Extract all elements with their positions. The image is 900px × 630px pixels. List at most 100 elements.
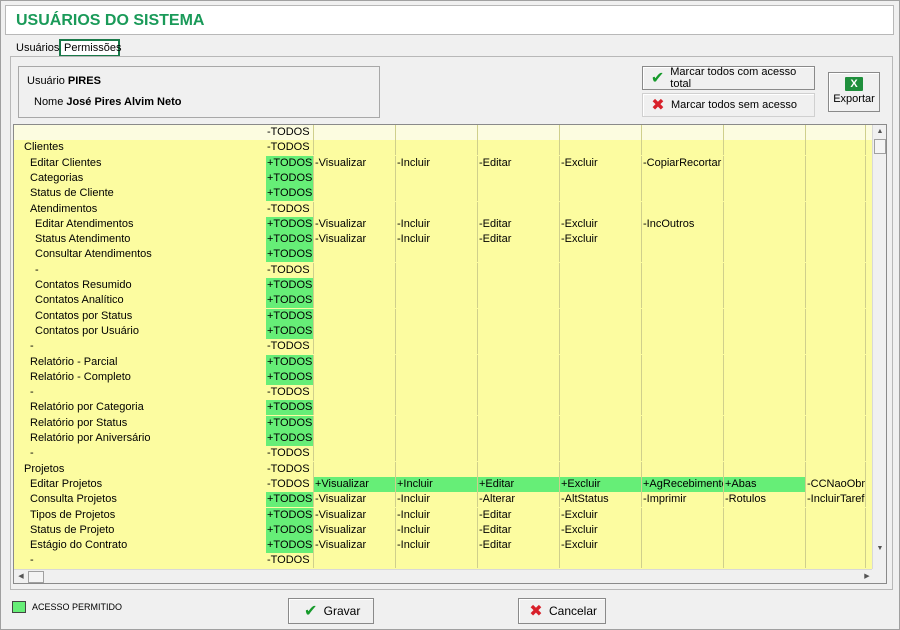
- export-button[interactable]: X Exportar: [828, 72, 880, 112]
- todos-toggle[interactable]: +TODOS: [266, 369, 314, 385]
- permission-cell[interactable]: -Incluir: [396, 492, 478, 508]
- permission-cell: [724, 278, 806, 293]
- permission-cell[interactable]: -Excluir: [560, 522, 642, 538]
- table-row: - -TODOS: [14, 446, 874, 462]
- vertical-scrollbar[interactable]: ▲ ▼: [872, 125, 886, 570]
- table-row: Consulta Projetos +TODOS -Visualizar -Inclu…: [14, 492, 874, 508]
- permission-cell[interactable]: -Alterar: [478, 492, 560, 508]
- permission-cell: [724, 369, 806, 385]
- todos-toggle[interactable]: +TODOS: [266, 308, 314, 324]
- permission-cell[interactable]: -Visualizar: [314, 507, 396, 523]
- permission-cell[interactable]: -Incluir: [396, 216, 478, 232]
- todos-toggle[interactable]: +TODOS: [266, 323, 314, 339]
- permission-cell[interactable]: -Imprimir: [642, 492, 724, 508]
- permission-cell[interactable]: -Visualizar: [314, 232, 396, 248]
- permission-cell[interactable]: -Visualizar: [314, 522, 396, 538]
- todos-toggle[interactable]: +TODOS: [266, 293, 314, 309]
- todos-toggle[interactable]: +TODOS: [266, 170, 314, 186]
- permission-cell[interactable]: -Editar: [478, 155, 560, 171]
- todos-toggle[interactable]: -TODOS: [266, 339, 314, 355]
- permission-cell[interactable]: -Editar: [478, 216, 560, 232]
- permission-cell[interactable]: -AltStatus: [560, 492, 642, 508]
- permission-cell[interactable]: -Excluir: [560, 216, 642, 232]
- permission-cell[interactable]: -Excluir: [560, 507, 642, 523]
- permission-cell: [396, 278, 478, 293]
- grid-body: -TODOS Clientes -TODOS Editar Clientes +TODO…: [14, 125, 874, 570]
- permission-cell[interactable]: -CCNaoObrigatorio: [806, 476, 866, 492]
- table-row: Relatório - Parcial +TODOS: [14, 354, 874, 370]
- tab-usuarios[interactable]: Usuários: [12, 39, 59, 57]
- permission-cell: [560, 186, 642, 202]
- permission-cell[interactable]: -Incluir: [396, 538, 478, 554]
- todos-toggle[interactable]: +TODOS: [266, 278, 314, 293]
- todos-toggle[interactable]: -TODOS: [266, 446, 314, 462]
- permission-cell[interactable]: +Excluir: [560, 476, 642, 492]
- scroll-down-icon[interactable]: ▼: [873, 542, 886, 556]
- todos-toggle[interactable]: +TODOS: [266, 216, 314, 232]
- permission-cell[interactable]: -Excluir: [560, 538, 642, 554]
- todos-toggle[interactable]: +TODOS: [266, 186, 314, 202]
- permission-cell[interactable]: -Rotulos: [724, 492, 806, 508]
- todos-toggle[interactable]: +TODOS: [266, 522, 314, 538]
- todos-toggle[interactable]: +TODOS: [266, 247, 314, 263]
- mark-all-full-button[interactable]: ✔ Marcar todos com acesso total: [642, 66, 815, 90]
- todos-toggle[interactable]: +TODOS: [266, 492, 314, 508]
- permission-cell[interactable]: -Editar: [478, 538, 560, 554]
- permission-cell[interactable]: -Incluir: [396, 522, 478, 538]
- tab-permissoes[interactable]: Permissões: [59, 39, 121, 57]
- permission-cell: [806, 354, 866, 370]
- permission-cell[interactable]: -Incluir: [396, 232, 478, 248]
- todos-toggle[interactable]: -TODOS: [266, 262, 314, 278]
- legend-swatch: [12, 601, 26, 613]
- permission-cell: [314, 354, 396, 370]
- permission-cell[interactable]: +Editar: [478, 476, 560, 492]
- permission-cell[interactable]: -Visualizar: [314, 492, 396, 508]
- todos-toggle[interactable]: -TODOS: [266, 553, 314, 569]
- scroll-up-icon[interactable]: ▲: [873, 125, 886, 139]
- todos-toggle[interactable]: -TODOS: [266, 125, 314, 140]
- todos-toggle[interactable]: -TODOS: [266, 201, 314, 217]
- permissions-grid[interactable]: -TODOS Clientes -TODOS Editar Clientes +TODO…: [13, 124, 887, 584]
- permission-cell[interactable]: -Visualizar: [314, 216, 396, 232]
- horizontal-scroll-thumb[interactable]: [28, 571, 44, 583]
- permission-cell[interactable]: -Incluir: [396, 507, 478, 523]
- todos-toggle[interactable]: -TODOS: [266, 385, 314, 401]
- permission-cell[interactable]: +AgRecebimentos: [642, 476, 724, 492]
- table-row: - -TODOS: [14, 385, 874, 401]
- permission-cell[interactable]: -Editar: [478, 507, 560, 523]
- todos-toggle[interactable]: +TODOS: [266, 354, 314, 370]
- todos-toggle[interactable]: -TODOS: [266, 461, 314, 477]
- permission-cell[interactable]: -Excluir: [560, 232, 642, 248]
- permission-cell[interactable]: -Excluir: [560, 155, 642, 171]
- permission-cell[interactable]: +Visualizar: [314, 476, 396, 492]
- todos-toggle[interactable]: -TODOS: [266, 140, 314, 156]
- vertical-scroll-thumb[interactable]: [874, 139, 886, 154]
- todos-toggle[interactable]: +TODOS: [266, 232, 314, 248]
- todos-toggle[interactable]: +TODOS: [266, 431, 314, 446]
- permission-cell[interactable]: -IncluirTarefa: [806, 492, 866, 508]
- mark-all-none-button[interactable]: ✖ Marcar todos sem acesso: [642, 93, 815, 117]
- save-button[interactable]: ✔ Gravar: [288, 598, 374, 624]
- permission-cell[interactable]: -Visualizar: [314, 155, 396, 171]
- scroll-corner: [872, 569, 886, 583]
- todos-toggle[interactable]: +TODOS: [266, 415, 314, 431]
- permission-cell[interactable]: -CopiarRecortar: [642, 155, 724, 171]
- cancel-button[interactable]: ✖ Cancelar: [518, 598, 606, 624]
- todos-toggle[interactable]: +TODOS: [266, 155, 314, 171]
- todos-toggle[interactable]: +TODOS: [266, 507, 314, 523]
- permission-cell: [314, 293, 396, 309]
- scroll-left-icon[interactable]: ◀: [14, 570, 28, 583]
- permission-cell[interactable]: +Incluir: [396, 476, 478, 492]
- todos-toggle[interactable]: +TODOS: [266, 538, 314, 554]
- permission-cell[interactable]: +Abas: [724, 476, 806, 492]
- permission-cell[interactable]: -Visualizar: [314, 538, 396, 554]
- permission-cell[interactable]: -Incluir: [396, 155, 478, 171]
- horizontal-scrollbar[interactable]: ◀ ▶: [14, 569, 874, 583]
- permission-cell: [314, 446, 396, 462]
- permission-cell[interactable]: -Editar: [478, 522, 560, 538]
- permission-cell[interactable]: -IncOutros: [642, 216, 724, 232]
- permission-cell: [724, 201, 806, 217]
- todos-toggle[interactable]: -TODOS: [266, 476, 314, 492]
- todos-toggle[interactable]: +TODOS: [266, 400, 314, 416]
- permission-cell[interactable]: -Editar: [478, 232, 560, 248]
